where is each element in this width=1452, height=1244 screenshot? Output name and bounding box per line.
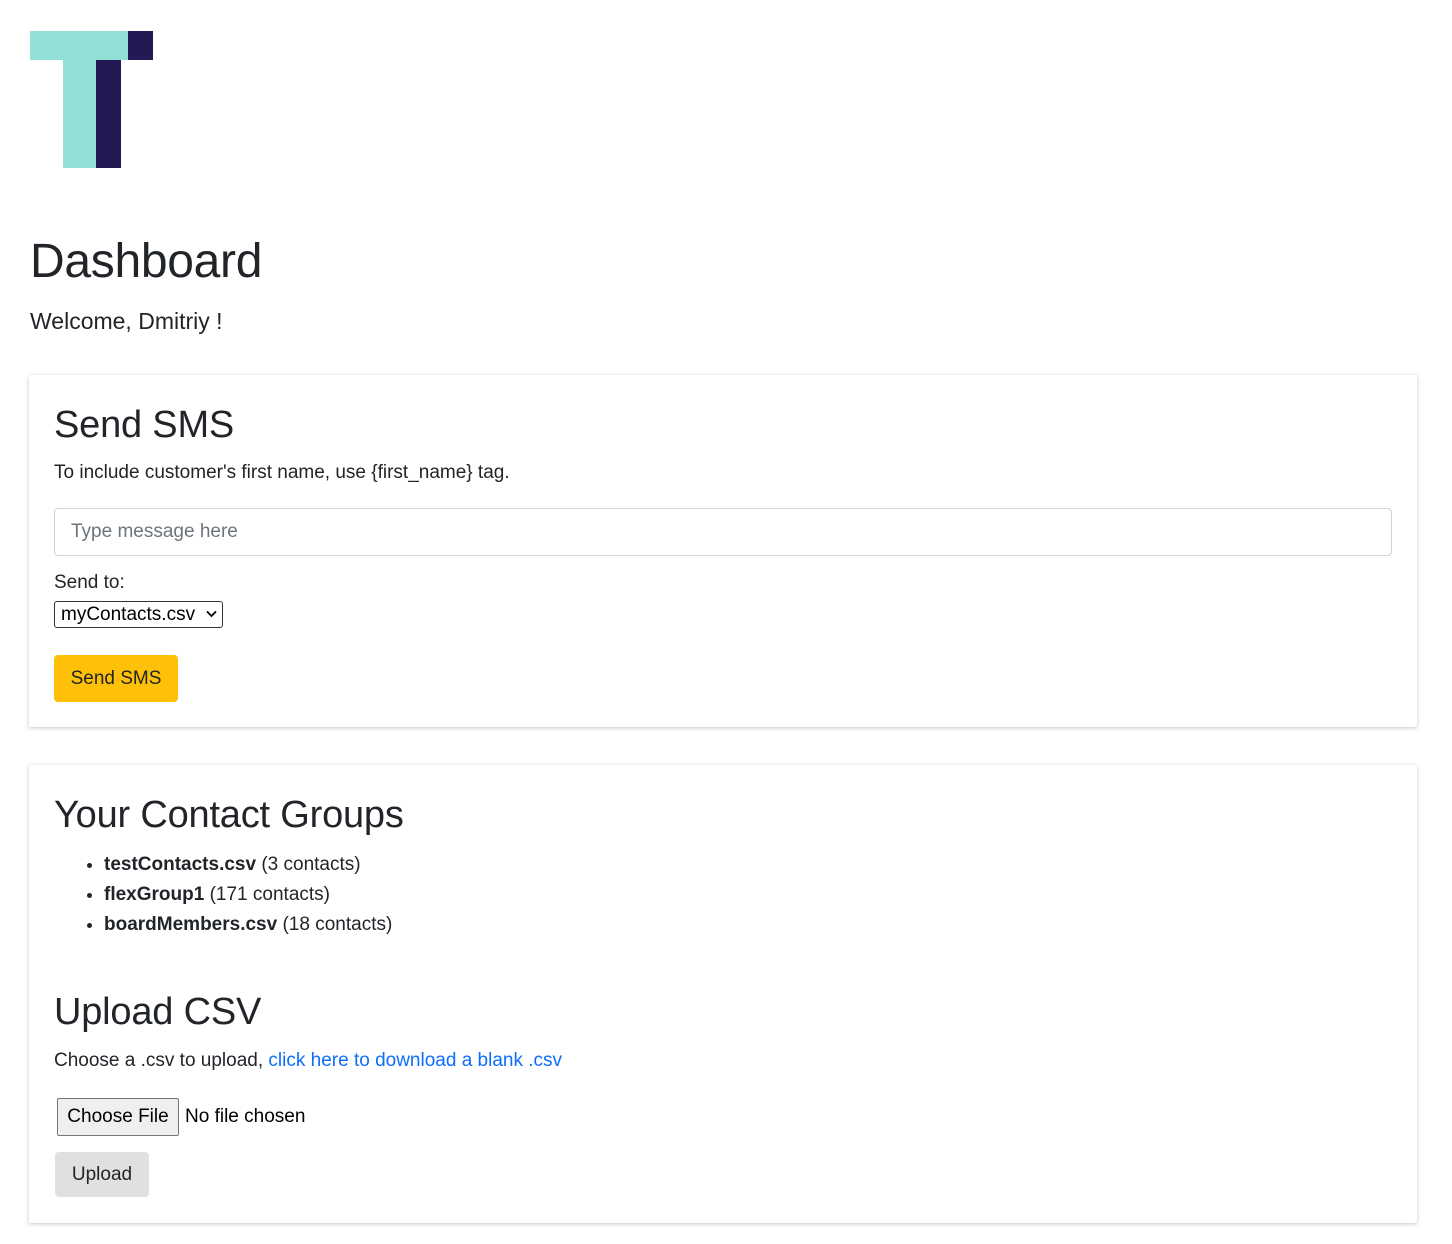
group-name: flexGroup1 xyxy=(104,884,205,905)
dashboard-page: Dashboard Welcome, Dmitriy ! Send SMS To… xyxy=(0,0,1452,1244)
contact-group-list: testContacts.csv (3 contacts) flexGroup1… xyxy=(79,850,392,940)
page-title: Dashboard xyxy=(30,235,263,288)
list-item: flexGroup1 (171 contacts) xyxy=(104,880,392,910)
brand-logo-icon xyxy=(30,31,153,168)
group-name: testContacts.csv xyxy=(104,854,257,875)
list-item: testContacts.csv (3 contacts) xyxy=(104,850,392,880)
group-count: (3 contacts) xyxy=(261,854,361,875)
download-blank-csv-link[interactable]: click here to download a blank .csv xyxy=(268,1050,562,1071)
group-count: (171 contacts) xyxy=(209,884,330,905)
chevron-down-icon xyxy=(206,610,217,618)
send-sms-title: Send SMS xyxy=(54,404,235,446)
send-sms-card: Send SMS To include customer's first nam… xyxy=(29,375,1417,727)
upload-hint-text: Choose a .csv to upload, xyxy=(54,1050,264,1071)
group-name: boardMembers.csv xyxy=(104,914,278,935)
contact-groups-title: Your Contact Groups xyxy=(54,794,404,836)
upload-hint: Choose a .csv to upload, click here to d… xyxy=(54,1049,562,1073)
upload-button[interactable]: Upload xyxy=(55,1152,149,1197)
contact-groups-card: Your Contact Groups testContacts.csv (3 … xyxy=(29,765,1417,1223)
send-sms-button[interactable]: Send SMS xyxy=(54,655,178,702)
file-status: No file chosen xyxy=(185,1106,306,1127)
choose-file-button[interactable]: Choose File xyxy=(57,1098,179,1136)
contact-file-select[interactable]: myContacts.csv xyxy=(54,601,223,628)
list-item: boardMembers.csv (18 contacts) xyxy=(104,910,392,940)
group-count: (18 contacts) xyxy=(282,914,393,935)
message-input[interactable] xyxy=(54,508,1392,556)
contact-file-select-value: myContacts.csv xyxy=(61,604,196,625)
welcome-message: Welcome, Dmitriy ! xyxy=(30,308,223,334)
send-sms-hint: To include customer's first name, use {f… xyxy=(54,462,510,483)
upload-csv-title: Upload CSV xyxy=(54,991,262,1033)
send-to-label: Send to: xyxy=(54,572,125,593)
